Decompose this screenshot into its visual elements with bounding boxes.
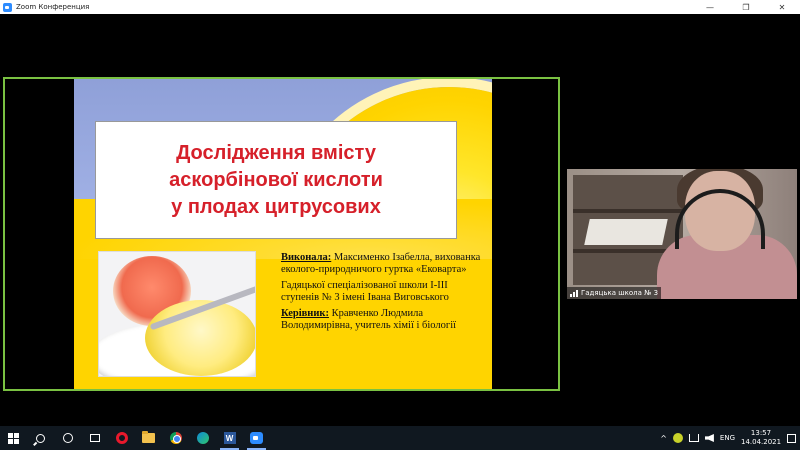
clock-date: 14.04.2021	[741, 438, 782, 446]
meeting-stage: Дослідження вмісту аскорбінової кислоти …	[0, 14, 800, 426]
close-button[interactable]: ✕	[764, 0, 800, 14]
edge-icon[interactable]	[189, 426, 216, 450]
window-controls: — ❐ ✕	[692, 0, 800, 14]
windows-start-icon[interactable]	[0, 426, 27, 450]
zoom-window: Zoom Конференция — ❐ ✕ Дослідження вміст…	[0, 0, 800, 450]
shared-video-tile[interactable]: Дослідження вмісту аскорбінової кислоти …	[3, 77, 560, 391]
opera-icon[interactable]	[108, 426, 135, 450]
clock[interactable]: 13:57 14.04.2021	[741, 429, 781, 447]
supervisor-label: Керівник:	[281, 307, 329, 319]
author-credit: Виконала: Максименко Ізабелла, вихованка…	[281, 252, 485, 277]
word-icon[interactable]: W	[216, 426, 243, 450]
tray-app-icon[interactable]	[672, 433, 683, 443]
chrome-icon[interactable]	[162, 426, 189, 450]
zoom-icon[interactable]	[243, 426, 270, 450]
cortana-icon[interactable]	[54, 426, 81, 450]
task-view-icon[interactable]	[81, 426, 108, 450]
slide-title-line-3: у плодах цитрусових	[171, 195, 381, 218]
citrus-photo	[98, 251, 256, 377]
file-explorer-icon[interactable]	[135, 426, 162, 450]
word-letter: W	[223, 432, 236, 444]
slide-title-line-2: аскорбінової кислоти	[169, 168, 383, 191]
slide-title: Дослідження вмісту аскорбінової кислоти …	[169, 140, 383, 221]
presentation-slide: Дослідження вмісту аскорбінової кислоти …	[74, 79, 492, 389]
papers-shape	[584, 219, 668, 245]
school-text: Гадяцької спеціалізованої школи І-ІІІ ст…	[281, 279, 449, 304]
title-bar: Zoom Конференция — ❐ ✕	[0, 0, 800, 14]
signal-strength-icon	[570, 289, 578, 297]
participant-video-tile[interactable]: Гадяцька школа № 3	[567, 169, 797, 299]
window-title: Zoom Конференция	[16, 3, 90, 11]
zoom-app-icon	[3, 2, 12, 12]
notification-center-icon[interactable]	[787, 433, 796, 443]
slide-title-line-1: Дослідження вмісту	[176, 141, 376, 164]
windows-taskbar: W ^ ENG 13:57 14.04.2021	[0, 426, 800, 450]
participant-name: Гадяцька школа № 3	[581, 289, 659, 297]
system-tray: ^ ENG 13:57 14.04.2021	[660, 426, 796, 450]
participant-name-bar: Гадяцька школа № 3	[567, 287, 662, 299]
minimize-button[interactable]: —	[692, 0, 728, 14]
slide-title-box: Дослідження вмісту аскорбінової кислоти …	[95, 121, 457, 239]
volume-icon[interactable]	[704, 434, 714, 442]
restore-button[interactable]: ❐	[728, 0, 764, 14]
search-icon[interactable]	[27, 426, 54, 450]
show-hidden-icons-chevron-icon[interactable]: ^	[660, 434, 667, 443]
author-label: Виконала:	[281, 252, 332, 263]
network-icon[interactable]	[688, 434, 699, 442]
supervisor-credit: Керівник: Кравченко Людмила Володимирівн…	[281, 308, 485, 333]
clock-time: 13:57	[750, 429, 772, 437]
input-language-indicator[interactable]: ENG	[720, 434, 735, 442]
shelf-shape	[573, 209, 683, 213]
slide-credits: Виконала: Максименко Ізабелла, вихованка…	[281, 252, 485, 335]
